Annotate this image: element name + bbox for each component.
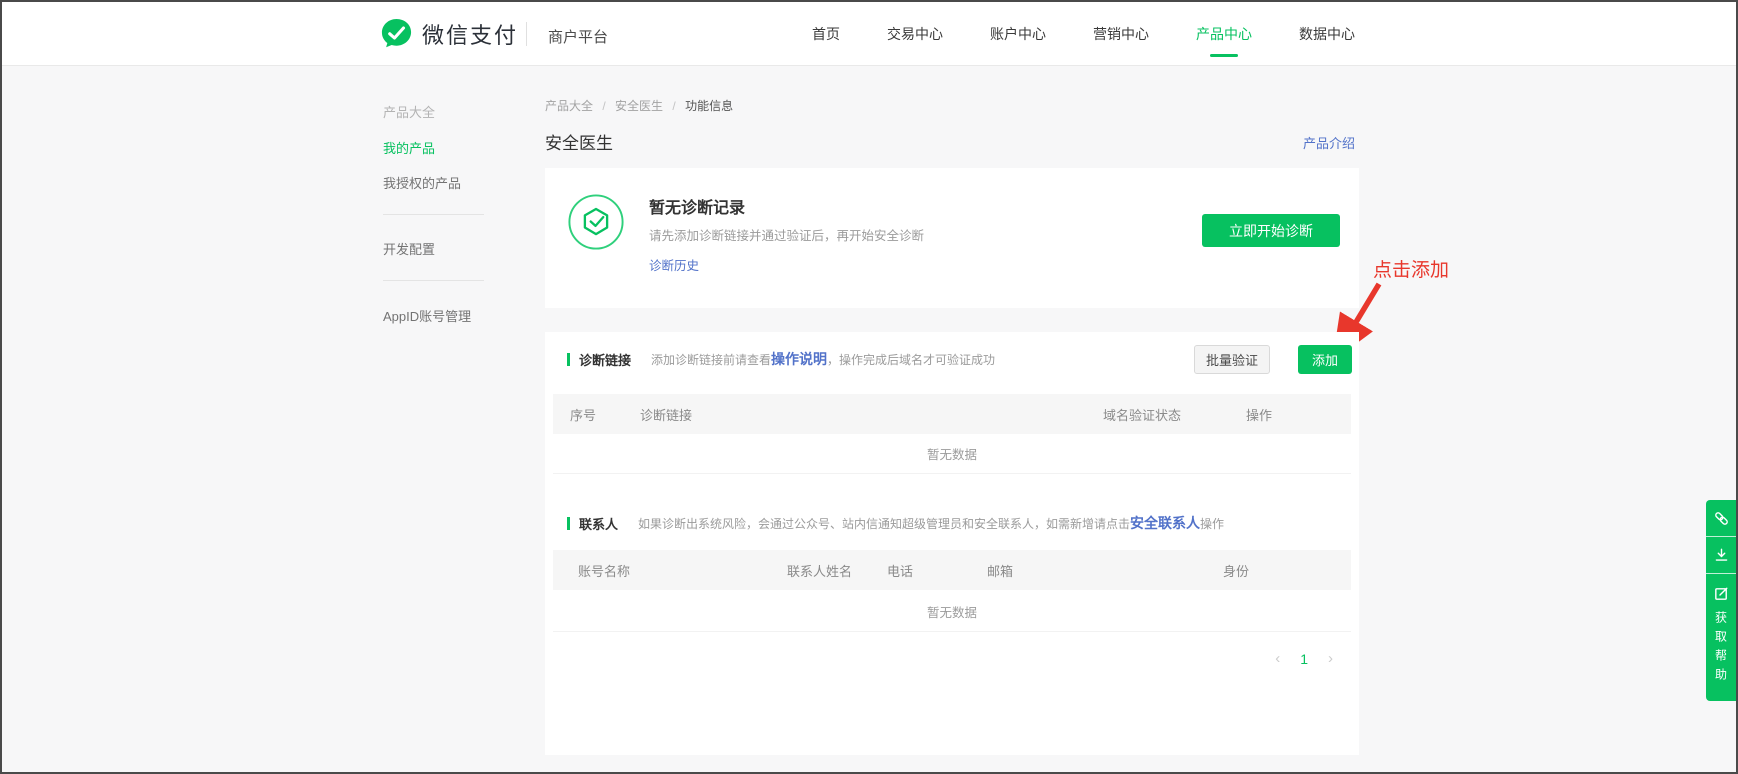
contacts-title: 联系人: [579, 514, 618, 533]
sidebar-item-my-products[interactable]: 我的产品: [383, 138, 435, 157]
column-account-name: 账号名称: [553, 561, 787, 580]
diagnosis-links-hint: 添加诊断链接前请查看操作说明，操作完成后域名才可验证成功: [651, 349, 995, 369]
page-title: 安全医生: [545, 129, 613, 154]
column-domain-verify-status: 域名验证状态: [1103, 405, 1246, 424]
wechat-logo-icon: [380, 17, 413, 50]
hint-suffix: ，操作完成后域名才可验证成功: [827, 353, 995, 367]
diagnosis-empty-title: 暂无诊断记录: [649, 194, 745, 218]
sidebar-divider: [383, 214, 484, 215]
breadcrumb-separator: /: [602, 99, 605, 113]
breadcrumb-security-doctor[interactable]: 安全医生: [615, 99, 663, 113]
section-accent-bar: [567, 517, 570, 530]
diagnosis-detail-card: 诊断链接 添加诊断链接前请查看操作说明，操作完成后域名才可验证成功 批量验证 添…: [545, 332, 1359, 755]
column-email: 邮箱: [987, 561, 1223, 580]
pagination-prev-button[interactable]: ‹: [1275, 650, 1280, 667]
hint-suffix: 操作: [1200, 517, 1224, 531]
nav-item-marketing-center[interactable]: 营销中心: [1093, 2, 1149, 66]
column-serial: 序号: [553, 405, 640, 424]
contacts-table-header: 账号名称 联系人姓名 电话 邮箱 身份: [553, 550, 1351, 590]
nav-item-home[interactable]: 首页: [812, 2, 840, 66]
wechat-pay-logo[interactable]: 微信支付: [380, 17, 518, 50]
hint-prefix: 添加诊断链接前请查看: [651, 353, 771, 367]
portal-label: 商户平台: [548, 26, 608, 47]
diagnosis-status-card: 暂无诊断记录 请先添加诊断链接并通过验证后，再开始安全诊断 诊断历史 立即开始诊…: [545, 168, 1359, 308]
security-contact-link[interactable]: 安全联系人: [1130, 515, 1200, 531]
sidebar-item-appid-management[interactable]: AppID账号管理: [383, 306, 471, 325]
column-diagnosis-link: 诊断链接: [640, 405, 1103, 424]
diagnosis-links-empty-row: 暂无数据: [553, 434, 1351, 474]
nav-item-product-center[interactable]: 产品中心: [1196, 2, 1252, 66]
breadcrumb-feature-info: 功能信息: [685, 99, 733, 113]
help-link-button[interactable]: [1706, 500, 1736, 537]
header-divider: [526, 22, 527, 46]
diagnosis-links-table-header: 序号 诊断链接 域名验证状态 操作: [553, 394, 1351, 434]
sidebar-item-all-products[interactable]: 产品大全: [383, 102, 435, 121]
logo-wordmark: 微信支付: [422, 18, 518, 50]
click-add-annotation: 点击添加: [1373, 255, 1449, 282]
help-rail: 获取帮助: [1706, 500, 1736, 701]
column-identity: 身份: [1223, 561, 1351, 580]
get-help-label: 获取帮助: [1713, 611, 1730, 687]
sidebar-divider: [383, 280, 484, 281]
primary-nav: 首页 交易中心 账户中心 营销中心 产品中心 数据中心: [812, 2, 1355, 66]
top-header: 微信支付 商户平台 首页 交易中心 账户中心 营销中心 产品中心 数据中心: [2, 2, 1736, 66]
breadcrumb-all-products[interactable]: 产品大全: [545, 99, 593, 113]
link-icon: [1713, 510, 1730, 527]
diagnosis-empty-subtitle: 请先添加诊断链接并通过验证后，再开始安全诊断: [649, 225, 924, 244]
contacts-section-header: 联系人 如果诊断出系统风险，会通过公众号、站内信通知超级管理员和安全联系人，如需…: [567, 508, 1337, 538]
wechat-pay-merchant-page: 微信支付 商户平台 首页 交易中心 账户中心 营销中心 产品中心 数据中心 产品…: [0, 0, 1738, 774]
nav-item-account-center[interactable]: 账户中心: [990, 2, 1046, 66]
diagnosis-links-title: 诊断链接: [579, 350, 631, 369]
product-intro-link[interactable]: 产品介绍: [1303, 133, 1355, 152]
help-download-button[interactable]: [1706, 537, 1736, 574]
compose-icon: [1713, 585, 1730, 602]
contacts-empty-row: 暂无数据: [553, 592, 1351, 632]
shield-check-icon: [567, 193, 625, 251]
breadcrumb-separator: /: [672, 99, 675, 113]
download-icon: [1713, 547, 1730, 564]
breadcrumb: 产品大全 / 安全医生 / 功能信息: [545, 97, 733, 114]
nav-item-data-center[interactable]: 数据中心: [1299, 2, 1355, 66]
sidebar-item-authorized-products[interactable]: 我授权的产品: [383, 173, 461, 192]
column-actions: 操作: [1246, 405, 1351, 424]
sidebar-item-dev-config[interactable]: 开发配置: [383, 239, 435, 258]
pagination-next-button[interactable]: ›: [1328, 650, 1333, 667]
pagination-page-1[interactable]: 1: [1300, 651, 1308, 667]
hint-prefix: 如果诊断出系统风险，会通过公众号、站内信通知超级管理员和安全联系人，如需新增请点…: [638, 517, 1130, 531]
section-accent-bar: [567, 353, 570, 366]
operation-guide-link[interactable]: 操作说明: [771, 351, 827, 367]
column-phone: 电话: [887, 561, 987, 580]
diagnosis-history-link[interactable]: 诊断历史: [649, 255, 699, 274]
pagination: ‹ 1 ›: [1275, 650, 1333, 667]
nav-item-trade-center[interactable]: 交易中心: [887, 2, 943, 66]
batch-verify-button[interactable]: 批量验证: [1194, 345, 1270, 374]
help-feedback-button[interactable]: 获取帮助: [1706, 574, 1736, 701]
column-contact-name: 联系人姓名: [787, 561, 887, 580]
start-diagnosis-button[interactable]: 立即开始诊断: [1202, 214, 1340, 247]
contacts-hint: 如果诊断出系统风险，会通过公众号、站内信通知超级管理员和安全联系人，如需新增请点…: [638, 513, 1224, 533]
add-link-button[interactable]: 添加: [1298, 345, 1352, 374]
